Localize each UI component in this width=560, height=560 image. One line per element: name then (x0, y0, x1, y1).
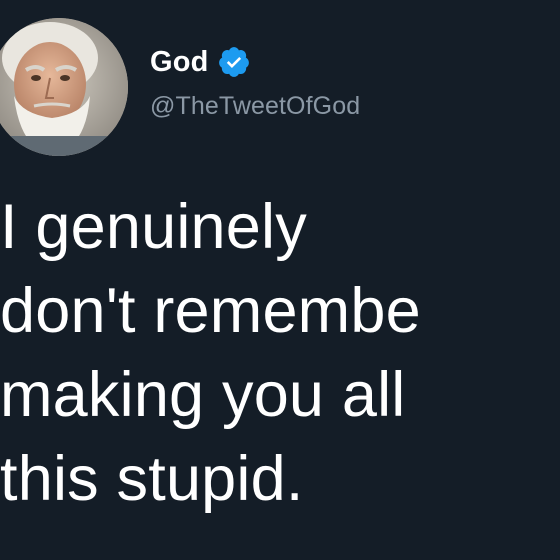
tweet-line: making you all (0, 360, 406, 430)
tweet-line: I genuinely (0, 192, 307, 262)
profile-avatar[interactable] (0, 18, 128, 156)
author-handle[interactable]: @TheTweetOfGod (150, 92, 360, 121)
display-name[interactable]: God (150, 46, 209, 79)
tweet-card: God @TheTweetOfGod I genuinely don't rem… (0, 0, 560, 560)
tweet-line: don't remembe (0, 276, 421, 346)
tweet-text: I genuinely don't remembe making you all… (0, 190, 560, 550)
verified-badge-icon (217, 45, 251, 79)
tweet-line: this stupid. (0, 444, 304, 514)
author-name-row: God (150, 42, 251, 82)
bearded-man-avatar-icon (0, 18, 128, 156)
